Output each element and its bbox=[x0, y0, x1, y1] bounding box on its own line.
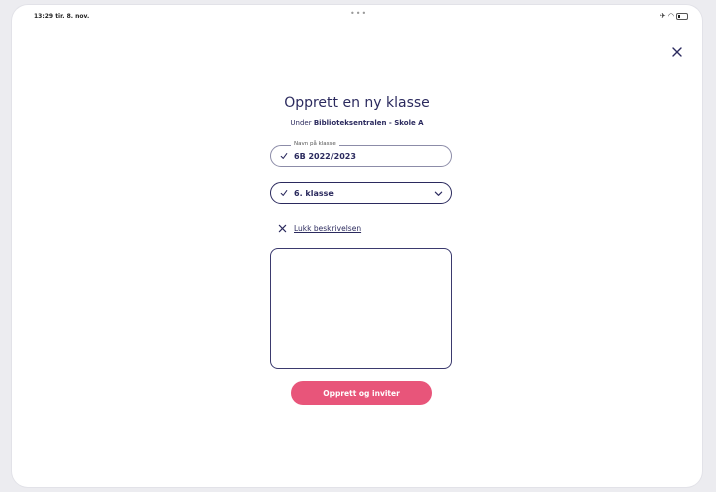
page-title: Opprett en ny klasse bbox=[284, 95, 430, 111]
status-icons: ✈ ◠ bbox=[660, 12, 688, 20]
class-name-field[interactable]: Navn på klasse 6B 2022/2023 bbox=[270, 141, 452, 167]
subtitle: Under Biblioteksentralen - Skole A bbox=[12, 119, 702, 127]
chevron-down-icon bbox=[434, 191, 443, 196]
grade-select[interactable]: 6. klasse bbox=[270, 182, 452, 204]
close-description-toggle[interactable]: Lukk beskrivelsen bbox=[278, 224, 361, 233]
close-button[interactable] bbox=[670, 45, 684, 59]
x-icon bbox=[278, 224, 287, 233]
status-bar: 13:29 tir. 8. nov. ••• ✈ ◠ bbox=[12, 5, 702, 25]
check-icon bbox=[280, 153, 288, 159]
subtitle-organization: Biblioteksentralen - Skole A bbox=[313, 119, 424, 127]
subtitle-prefix: Under bbox=[290, 119, 314, 127]
multitasking-dots[interactable]: ••• bbox=[350, 9, 367, 18]
class-name-value: 6B 2022/2023 bbox=[294, 151, 356, 161]
grade-select-value: 6. klasse bbox=[294, 188, 334, 198]
description-textarea[interactable] bbox=[270, 248, 452, 369]
device-frame: 13:29 tir. 8. nov. ••• ✈ ◠ Opprett en ny… bbox=[12, 5, 702, 487]
close-description-link[interactable]: Lukk beskrivelsen bbox=[294, 224, 361, 233]
airplane-wifi-icon: ✈ ◠ bbox=[659, 12, 674, 20]
check-icon bbox=[280, 190, 288, 196]
close-icon bbox=[672, 47, 682, 57]
class-name-label: Navn på klasse bbox=[291, 141, 339, 147]
create-and-invite-button[interactable]: Opprett og inviter bbox=[291, 381, 432, 405]
status-time: 13:29 tir. 8. nov. bbox=[34, 13, 90, 20]
battery-icon bbox=[676, 12, 688, 20]
